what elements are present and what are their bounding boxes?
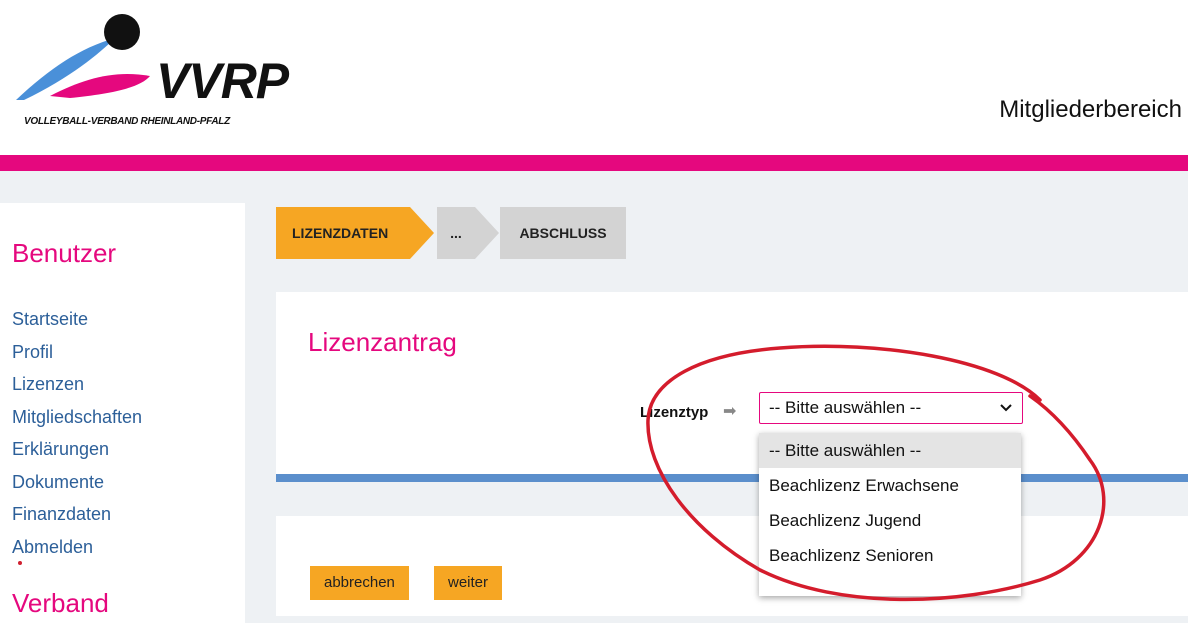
- step-abschluss: ABSCHLUSS: [500, 207, 626, 259]
- step-arrow-icon: [410, 207, 434, 259]
- actions-card: abbrechen weiter: [276, 516, 1188, 616]
- chevron-down-icon: [1000, 404, 1012, 412]
- logo-figure-icon: [16, 14, 150, 100]
- step-lizenzdaten-label: LIZENZDATEN: [292, 225, 389, 241]
- sidebar-section-verband: Verband: [12, 588, 109, 618]
- dropdown-option-erwachsene[interactable]: Beachlizenz Erwachsene: [759, 468, 1021, 503]
- step-arrow-icon: [475, 207, 499, 259]
- step-lizenzdaten: LIZENZDATEN: [276, 207, 434, 259]
- sidebar-nav: Startseite Profil Lizenzen Mitgliedschaf…: [12, 303, 142, 563]
- step-abschluss-label: ABSCHLUSS: [519, 225, 607, 241]
- logo[interactable]: VVRP VOLLEYBALL-VERBAND RHEINLAND-PFALZ: [10, 8, 289, 127]
- step-intermediate-label: ...: [450, 225, 462, 241]
- annotation-dot: [18, 561, 22, 565]
- member-area-title: Mitgliederbereich: [999, 96, 1182, 123]
- divider: [276, 474, 1188, 482]
- license-type-label: Lizenztyp: [640, 404, 709, 421]
- logo-text: VVRP: [156, 53, 289, 109]
- dropdown-option-jugend[interactable]: Beachlizenz Jugend: [759, 503, 1021, 538]
- license-type-select[interactable]: -- Bitte auswählen --: [759, 392, 1023, 424]
- sidebar-item-finanzdaten[interactable]: Finanzdaten: [12, 498, 142, 531]
- header: VVRP VOLLEYBALL-VERBAND RHEINLAND-PFALZ …: [0, 0, 1188, 155]
- sidebar-item-dokumente[interactable]: Dokumente: [12, 466, 142, 499]
- license-type-selected-value: -- Bitte auswählen --: [769, 398, 922, 417]
- step-intermediate: ...: [437, 207, 499, 259]
- license-type-dropdown: -- Bitte auswählen -- Beachlizenz Erwach…: [759, 433, 1021, 596]
- sidebar-item-abmelden[interactable]: Abmelden: [12, 531, 142, 564]
- license-form-card: Lizenzantrag Lizenztyp ➡ -- Bitte auswäh…: [276, 292, 1188, 482]
- brand-bar: [0, 155, 1188, 171]
- sidebar: Benutzer Startseite Profil Lizenzen Mitg…: [0, 203, 245, 623]
- sidebar-item-erklaerungen[interactable]: Erklärungen: [12, 433, 142, 466]
- page-title: Lizenzantrag: [308, 327, 457, 357]
- dropdown-option-senioren[interactable]: Beachlizenz Senioren: [759, 538, 1021, 573]
- arrow-right-icon: ➡: [723, 403, 737, 420]
- logo-subtitle: VOLLEYBALL-VERBAND RHEINLAND-PFALZ: [24, 116, 230, 127]
- sidebar-title: Benutzer: [12, 238, 117, 268]
- sidebar-item-profil[interactable]: Profil: [12, 336, 142, 369]
- sidebar-item-startseite[interactable]: Startseite: [12, 303, 142, 336]
- next-button[interactable]: weiter: [434, 566, 503, 600]
- dropdown-option-placeholder[interactable]: -- Bitte auswählen --: [759, 433, 1021, 468]
- sidebar-item-mitgliedschaften[interactable]: Mitgliedschaften: [12, 401, 142, 434]
- sidebar-item-lizenzen[interactable]: Lizenzen: [12, 368, 142, 401]
- cancel-button[interactable]: abbrechen: [310, 566, 409, 600]
